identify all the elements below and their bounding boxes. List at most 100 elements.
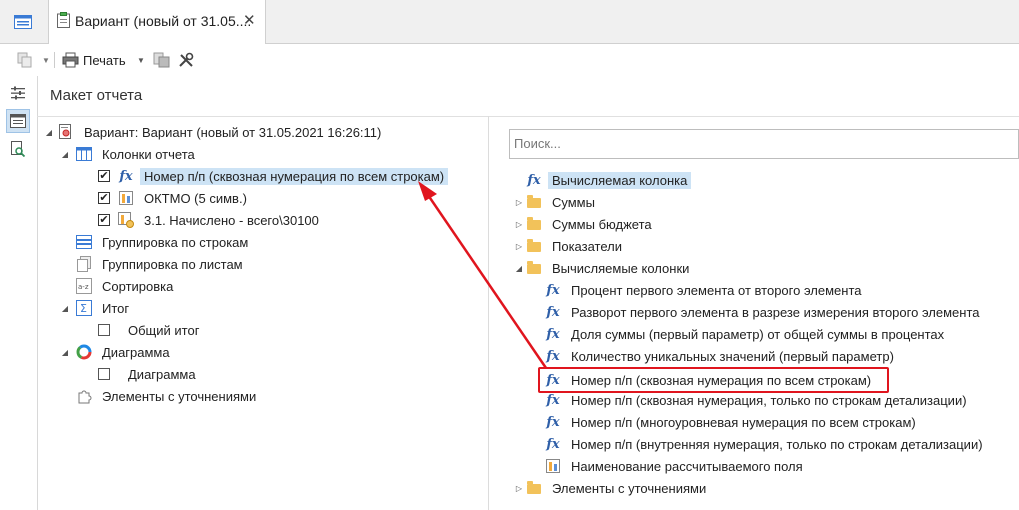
diagram-group-label: Диаграмма: [102, 344, 170, 360]
column-3-checkbox[interactable]: ✔: [98, 214, 110, 226]
expanded-caret-icon[interactable]: ◢: [60, 304, 70, 313]
grand-total-label: Общий итог: [128, 322, 200, 338]
expanded-caret-icon[interactable]: ◢: [44, 128, 54, 137]
column-2-checkbox[interactable]: ✔: [98, 192, 110, 204]
computed-item-label: Доля суммы (первый параметр) от общей су…: [571, 326, 945, 342]
diagram-item-label: Диаграмма: [128, 366, 196, 382]
tree-refinements[interactable]: Элементы с уточнениями: [76, 386, 260, 406]
report-variant-icon: [58, 124, 74, 140]
collapsed-caret-icon[interactable]: ▷: [514, 484, 524, 493]
search-input[interactable]: [510, 130, 1008, 156]
properties-button[interactable]: [6, 81, 30, 105]
row-grouping-label: Группировка по строкам: [102, 234, 249, 250]
tools-icon: [179, 52, 194, 67]
expanded-caret-icon[interactable]: ◢: [514, 264, 524, 273]
column-item-2[interactable]: ✔ ОКТМО (5 симв.): [98, 188, 251, 208]
field-icon: [545, 458, 561, 474]
formula-icon: fx: [546, 436, 560, 452]
expanded-caret-icon[interactable]: ◢: [60, 348, 70, 357]
folder-sums[interactable]: ▷ Суммы: [514, 192, 599, 212]
computed-item-label: Номер п/п (внутренняя нумерация, только …: [571, 436, 983, 452]
sheet-grouping-label: Группировка по листам: [102, 256, 243, 272]
folder-icon: [526, 194, 542, 210]
close-icon[interactable]: ✕: [243, 11, 256, 29]
computed-item-2[interactable]: fx Разворот первого элемента в разрезе и…: [545, 302, 984, 322]
document-tab[interactable]: Вариант (новый от 31.05.... ✕: [48, 0, 266, 44]
toolbar-separator: [54, 52, 55, 68]
tree-sorting[interactable]: a-z Сортировка: [76, 276, 177, 296]
budget-sums-label: Суммы бюджета: [552, 216, 652, 232]
folder-refinements[interactable]: ▷ Элементы с уточнениями: [514, 478, 710, 498]
computed-column-item[interactable]: fx Вычисляемая колонка: [526, 170, 692, 190]
layout-button[interactable]: [6, 109, 30, 133]
preview-button[interactable]: [6, 137, 30, 161]
computed-item-6[interactable]: fx Номер п/п (сквозная нумерация, только…: [545, 390, 971, 410]
indicators-label: Показатели: [552, 238, 622, 254]
column-2-label: ОКТМО (5 симв.): [144, 190, 247, 206]
preview-icon: [11, 141, 26, 157]
folder-icon: [526, 216, 542, 232]
formula-icon: fx: [546, 304, 560, 320]
sheets-icon: [76, 256, 92, 272]
column-item-1[interactable]: ✔ fx Номер п/п (сквозная нумерация по вс…: [98, 166, 449, 186]
folder-budget-sums[interactable]: ▷ Суммы бюджета: [514, 214, 656, 234]
columns-group-label: Колонки отчета: [102, 146, 195, 162]
window-icon: [14, 14, 32, 29]
table-layout-icon: [10, 114, 26, 128]
tree-root[interactable]: ◢ Вариант: Вариант (новый от 31.05.2021 …: [44, 122, 385, 142]
tab-title: Вариант (новый от 31.05....: [75, 13, 252, 29]
search-field[interactable]: [509, 129, 1019, 159]
tree-row-grouping[interactable]: Группировка по строкам: [76, 232, 252, 252]
folder-computed-columns[interactable]: ◢ Вычисляемые колонки: [514, 258, 693, 278]
toolbar: ▼ Печать ▼: [0, 44, 1019, 76]
computed-item-4[interactable]: fx Количество уникальных значений (первы…: [545, 346, 898, 366]
diagram-item[interactable]: Диаграмма: [98, 364, 200, 384]
home-tab[interactable]: [0, 0, 46, 43]
folder-open-icon: [526, 260, 542, 276]
grand-total-item[interactable]: Общий итог: [98, 320, 203, 340]
collapsed-caret-icon[interactable]: ▷: [514, 198, 524, 207]
column-item-3[interactable]: ✔ 3.1. Начислено - всего\30100: [98, 210, 323, 230]
collapsed-caret-icon[interactable]: ▷: [514, 242, 524, 251]
tree-diagram[interactable]: ◢ Диаграмма: [60, 342, 174, 362]
computed-item-label: Номер п/п (многоуровневая нумерация по в…: [571, 414, 916, 430]
export-icon: [153, 52, 170, 68]
measure-icon: [118, 212, 134, 228]
folder-indicators[interactable]: ▷ Показатели: [514, 236, 626, 256]
print-dropdown-icon[interactable]: ▼: [137, 50, 145, 70]
tree-columns-group[interactable]: ◢ Колонки отчета: [60, 144, 199, 164]
computed-item-label: Разворот первого элемента в разрезе изме…: [571, 304, 980, 320]
panel-title: Макет отчета: [50, 87, 143, 104]
puzzle-icon: [76, 388, 92, 404]
grand-total-checkbox[interactable]: [98, 324, 110, 336]
sigma-icon: Σ: [76, 300, 92, 316]
column-1-checkbox[interactable]: ✔: [98, 170, 110, 182]
expanded-caret-icon[interactable]: ◢: [60, 150, 70, 159]
sliders-icon: [11, 86, 25, 100]
diagram-checkbox[interactable]: [98, 368, 110, 380]
refinements-label: Элементы с уточнениями: [102, 388, 257, 404]
computed-item-1[interactable]: fx Процент первого элемента от второго э…: [545, 280, 866, 300]
tree-totals[interactable]: ◢ Σ Итог: [60, 298, 133, 318]
tree-root-label: Вариант: Вариант (новый от 31.05.2021 16…: [84, 124, 382, 140]
copy-button[interactable]: [17, 50, 33, 70]
formula-icon: fx: [546, 282, 560, 298]
split-divider[interactable]: [488, 116, 489, 510]
collapsed-caret-icon[interactable]: ▷: [514, 220, 524, 229]
computed-item-3[interactable]: fx Доля суммы (первый параметр) от общей…: [545, 324, 948, 344]
field-icon: [118, 190, 134, 206]
computed-item-8[interactable]: fx Номер п/п (внутренняя нумерация, толь…: [545, 434, 987, 454]
print-button[interactable]: Печать: [62, 50, 126, 70]
copy-icon: [17, 52, 32, 68]
export-button[interactable]: [153, 50, 170, 70]
computed-item-7[interactable]: fx Номер п/п (многоуровневая нумерация п…: [545, 412, 920, 432]
formula-icon: fx: [527, 172, 541, 188]
tree-sheet-grouping[interactable]: Группировка по листам: [76, 254, 247, 274]
computed-item-label: Количество уникальных значений (первый п…: [571, 348, 894, 364]
settings-button[interactable]: [178, 50, 195, 70]
sort-icon: a-z: [76, 278, 92, 294]
copy-dropdown-icon[interactable]: ▼: [42, 50, 50, 70]
panel-divider: [37, 116, 1019, 117]
calc-field-name-item[interactable]: Наименование рассчитываемого поля: [545, 456, 807, 476]
sums-label: Суммы: [552, 194, 595, 210]
